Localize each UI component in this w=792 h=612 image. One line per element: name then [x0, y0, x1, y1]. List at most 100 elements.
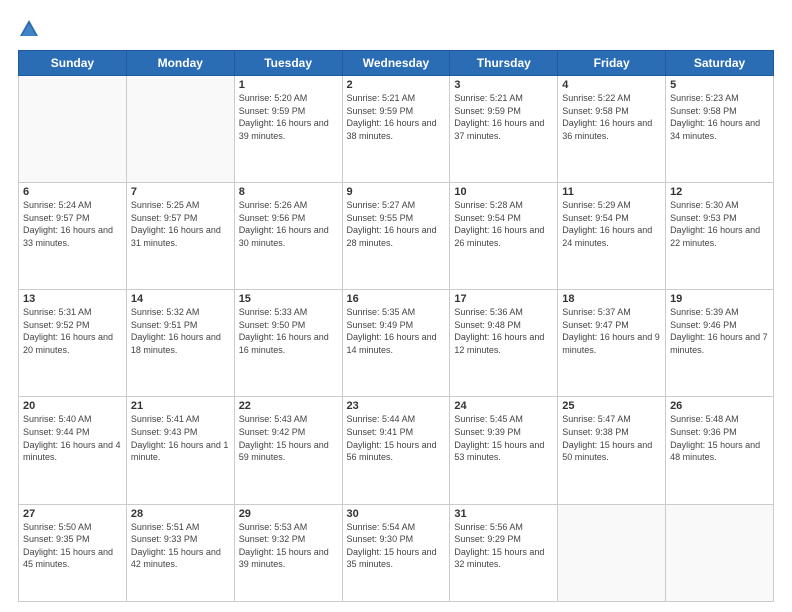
calendar-cell: 29Sunrise: 5:53 AM Sunset: 9:32 PM Dayli… — [234, 504, 342, 601]
calendar-cell: 24Sunrise: 5:45 AM Sunset: 9:39 PM Dayli… — [450, 397, 558, 504]
calendar-cell — [558, 504, 666, 601]
day-info: Sunrise: 5:26 AM Sunset: 9:56 PM Dayligh… — [239, 199, 338, 249]
day-number: 31 — [454, 508, 553, 520]
day-info: Sunrise: 5:21 AM Sunset: 9:59 PM Dayligh… — [347, 92, 446, 142]
calendar-cell: 8Sunrise: 5:26 AM Sunset: 9:56 PM Daylig… — [234, 183, 342, 290]
calendar-cell: 4Sunrise: 5:22 AM Sunset: 9:58 PM Daylig… — [558, 76, 666, 183]
day-number: 17 — [454, 293, 553, 305]
day-number: 6 — [23, 186, 122, 198]
day-info: Sunrise: 5:24 AM Sunset: 9:57 PM Dayligh… — [23, 199, 122, 249]
day-number: 20 — [23, 400, 122, 412]
day-of-week-header: Monday — [126, 51, 234, 76]
day-number: 10 — [454, 186, 553, 198]
day-number: 3 — [454, 79, 553, 91]
day-info: Sunrise: 5:23 AM Sunset: 9:58 PM Dayligh… — [670, 92, 769, 142]
calendar-cell — [19, 76, 127, 183]
day-of-week-header: Friday — [558, 51, 666, 76]
day-number: 14 — [131, 293, 230, 305]
calendar-cell: 31Sunrise: 5:56 AM Sunset: 9:29 PM Dayli… — [450, 504, 558, 601]
day-info: Sunrise: 5:48 AM Sunset: 9:36 PM Dayligh… — [670, 413, 769, 463]
day-number: 8 — [239, 186, 338, 198]
day-number: 25 — [562, 400, 661, 412]
day-number: 18 — [562, 293, 661, 305]
day-number: 23 — [347, 400, 446, 412]
day-number: 12 — [670, 186, 769, 198]
day-info: Sunrise: 5:53 AM Sunset: 9:32 PM Dayligh… — [239, 521, 338, 571]
calendar-cell: 28Sunrise: 5:51 AM Sunset: 9:33 PM Dayli… — [126, 504, 234, 601]
day-info: Sunrise: 5:43 AM Sunset: 9:42 PM Dayligh… — [239, 413, 338, 463]
day-info: Sunrise: 5:35 AM Sunset: 9:49 PM Dayligh… — [347, 306, 446, 356]
day-number: 1 — [239, 79, 338, 91]
calendar-cell: 14Sunrise: 5:32 AM Sunset: 9:51 PM Dayli… — [126, 290, 234, 397]
day-info: Sunrise: 5:32 AM Sunset: 9:51 PM Dayligh… — [131, 306, 230, 356]
calendar-cell — [666, 504, 774, 601]
calendar-cell: 18Sunrise: 5:37 AM Sunset: 9:47 PM Dayli… — [558, 290, 666, 397]
day-info: Sunrise: 5:31 AM Sunset: 9:52 PM Dayligh… — [23, 306, 122, 356]
calendar-cell: 15Sunrise: 5:33 AM Sunset: 9:50 PM Dayli… — [234, 290, 342, 397]
day-of-week-header: Saturday — [666, 51, 774, 76]
calendar-week-row: 1Sunrise: 5:20 AM Sunset: 9:59 PM Daylig… — [19, 76, 774, 183]
calendar-cell: 23Sunrise: 5:44 AM Sunset: 9:41 PM Dayli… — [342, 397, 450, 504]
calendar-cell: 27Sunrise: 5:50 AM Sunset: 9:35 PM Dayli… — [19, 504, 127, 601]
logo-icon — [18, 18, 40, 40]
calendar-cell — [126, 76, 234, 183]
calendar-cell: 16Sunrise: 5:35 AM Sunset: 9:49 PM Dayli… — [342, 290, 450, 397]
day-info: Sunrise: 5:22 AM Sunset: 9:58 PM Dayligh… — [562, 92, 661, 142]
day-number: 9 — [347, 186, 446, 198]
calendar-cell: 12Sunrise: 5:30 AM Sunset: 9:53 PM Dayli… — [666, 183, 774, 290]
day-info: Sunrise: 5:56 AM Sunset: 9:29 PM Dayligh… — [454, 521, 553, 571]
day-info: Sunrise: 5:25 AM Sunset: 9:57 PM Dayligh… — [131, 199, 230, 249]
day-number: 16 — [347, 293, 446, 305]
day-info: Sunrise: 5:21 AM Sunset: 9:59 PM Dayligh… — [454, 92, 553, 142]
day-info: Sunrise: 5:30 AM Sunset: 9:53 PM Dayligh… — [670, 199, 769, 249]
day-info: Sunrise: 5:27 AM Sunset: 9:55 PM Dayligh… — [347, 199, 446, 249]
day-of-week-header: Wednesday — [342, 51, 450, 76]
calendar-cell: 17Sunrise: 5:36 AM Sunset: 9:48 PM Dayli… — [450, 290, 558, 397]
day-number: 15 — [239, 293, 338, 305]
calendar-cell: 25Sunrise: 5:47 AM Sunset: 9:38 PM Dayli… — [558, 397, 666, 504]
day-number: 30 — [347, 508, 446, 520]
calendar-week-row: 13Sunrise: 5:31 AM Sunset: 9:52 PM Dayli… — [19, 290, 774, 397]
day-number: 2 — [347, 79, 446, 91]
day-number: 22 — [239, 400, 338, 412]
day-info: Sunrise: 5:41 AM Sunset: 9:43 PM Dayligh… — [131, 413, 230, 463]
calendar-cell: 21Sunrise: 5:41 AM Sunset: 9:43 PM Dayli… — [126, 397, 234, 504]
calendar-cell: 6Sunrise: 5:24 AM Sunset: 9:57 PM Daylig… — [19, 183, 127, 290]
calendar-cell: 10Sunrise: 5:28 AM Sunset: 9:54 PM Dayli… — [450, 183, 558, 290]
calendar-cell: 26Sunrise: 5:48 AM Sunset: 9:36 PM Dayli… — [666, 397, 774, 504]
calendar-cell: 19Sunrise: 5:39 AM Sunset: 9:46 PM Dayli… — [666, 290, 774, 397]
day-info: Sunrise: 5:40 AM Sunset: 9:44 PM Dayligh… — [23, 413, 122, 463]
calendar-cell: 22Sunrise: 5:43 AM Sunset: 9:42 PM Dayli… — [234, 397, 342, 504]
day-number: 5 — [670, 79, 769, 91]
calendar-cell: 7Sunrise: 5:25 AM Sunset: 9:57 PM Daylig… — [126, 183, 234, 290]
day-number: 11 — [562, 186, 661, 198]
day-number: 28 — [131, 508, 230, 520]
day-info: Sunrise: 5:39 AM Sunset: 9:46 PM Dayligh… — [670, 306, 769, 356]
calendar-table: SundayMondayTuesdayWednesdayThursdayFrid… — [18, 50, 774, 602]
calendar-cell: 9Sunrise: 5:27 AM Sunset: 9:55 PM Daylig… — [342, 183, 450, 290]
calendar-week-row: 27Sunrise: 5:50 AM Sunset: 9:35 PM Dayli… — [19, 504, 774, 601]
day-info: Sunrise: 5:51 AM Sunset: 9:33 PM Dayligh… — [131, 521, 230, 571]
day-number: 4 — [562, 79, 661, 91]
calendar-week-row: 6Sunrise: 5:24 AM Sunset: 9:57 PM Daylig… — [19, 183, 774, 290]
day-info: Sunrise: 5:33 AM Sunset: 9:50 PM Dayligh… — [239, 306, 338, 356]
calendar-cell: 20Sunrise: 5:40 AM Sunset: 9:44 PM Dayli… — [19, 397, 127, 504]
calendar-cell: 3Sunrise: 5:21 AM Sunset: 9:59 PM Daylig… — [450, 76, 558, 183]
day-info: Sunrise: 5:28 AM Sunset: 9:54 PM Dayligh… — [454, 199, 553, 249]
day-info: Sunrise: 5:20 AM Sunset: 9:59 PM Dayligh… — [239, 92, 338, 142]
logo — [18, 18, 44, 40]
calendar-cell: 2Sunrise: 5:21 AM Sunset: 9:59 PM Daylig… — [342, 76, 450, 183]
day-number: 29 — [239, 508, 338, 520]
day-of-week-header: Thursday — [450, 51, 558, 76]
day-number: 26 — [670, 400, 769, 412]
day-info: Sunrise: 5:47 AM Sunset: 9:38 PM Dayligh… — [562, 413, 661, 463]
day-info: Sunrise: 5:36 AM Sunset: 9:48 PM Dayligh… — [454, 306, 553, 356]
calendar-cell: 30Sunrise: 5:54 AM Sunset: 9:30 PM Dayli… — [342, 504, 450, 601]
calendar-header-row: SundayMondayTuesdayWednesdayThursdayFrid… — [19, 51, 774, 76]
day-of-week-header: Tuesday — [234, 51, 342, 76]
day-of-week-header: Sunday — [19, 51, 127, 76]
day-info: Sunrise: 5:37 AM Sunset: 9:47 PM Dayligh… — [562, 306, 661, 356]
calendar-cell: 1Sunrise: 5:20 AM Sunset: 9:59 PM Daylig… — [234, 76, 342, 183]
calendar-cell: 13Sunrise: 5:31 AM Sunset: 9:52 PM Dayli… — [19, 290, 127, 397]
page: SundayMondayTuesdayWednesdayThursdayFrid… — [0, 0, 792, 612]
